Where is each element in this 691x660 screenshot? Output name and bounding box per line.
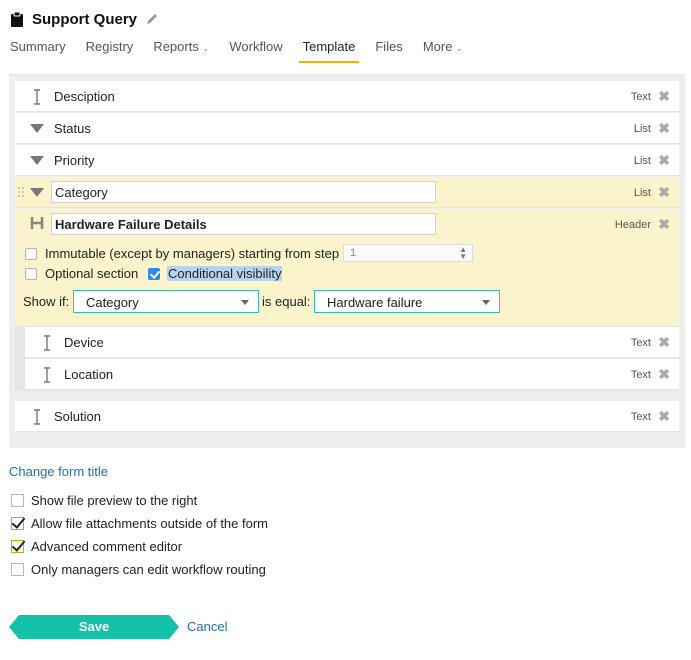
managers-routing-checkbox[interactable] [11, 562, 24, 576]
step-select[interactable]: 1 ▲ ▼ [343, 244, 473, 262]
tab-summary[interactable]: Summary [10, 38, 66, 63]
chevron-down-icon: ⌄ [201, 43, 210, 53]
tab-more[interactable]: More ⌄ [423, 38, 463, 63]
remove-field-icon[interactable]: ✖ [658, 152, 670, 169]
immutable-checkbox[interactable] [25, 248, 37, 260]
tab-files[interactable]: Files [375, 38, 402, 63]
list-field-icon [29, 153, 45, 169]
page-title: Support Query [32, 10, 138, 28]
field-label: Status [54, 121, 91, 136]
tab-template[interactable]: Template [298, 38, 360, 63]
option-file-preview[interactable]: Show file preview to the right [11, 492, 197, 508]
category-name-input[interactable]: Category [51, 181, 436, 203]
header-name-input[interactable]: Hardware Failure Details [51, 213, 436, 235]
condition-field-select[interactable]: Category [73, 290, 259, 313]
remove-field-icon[interactable]: ✖ [658, 88, 670, 105]
tab-reports[interactable]: Reports ⌄ [153, 38, 209, 63]
tab-bar: Summary Registry Reports ⌄ Workflow Templ… [10, 38, 483, 64]
condition-value-select[interactable]: Hardware failure [314, 290, 500, 313]
file-attachments-checkbox[interactable] [11, 516, 24, 530]
page-header: Support Query [10, 8, 159, 30]
field-row-priority[interactable]: Priority List ✖ [15, 145, 679, 176]
field-row-category[interactable]: Category List ✖ [15, 177, 679, 208]
remove-field-icon[interactable]: ✖ [658, 120, 670, 137]
field-label: Solution [54, 409, 101, 424]
conditional-visibility-label: Conditional visibility [167, 266, 283, 281]
drag-handle-icon[interactable] [17, 186, 25, 200]
field-type: Text [630, 91, 651, 103]
section-children: Device Text ✖ Location Text ✖ [15, 327, 679, 391]
text-field-icon [29, 89, 45, 105]
optional-section-checkbox[interactable] [25, 268, 37, 280]
field-type: List [633, 187, 651, 199]
cancel-link[interactable]: Cancel [187, 619, 227, 634]
option-file-attachments[interactable]: Allow file attachments outside of the fo… [11, 515, 268, 531]
header-field-block: Hardware Failure Details Header ✖ Immuta… [15, 209, 679, 327]
remove-field-icon[interactable]: ✖ [658, 408, 670, 425]
clipboard-icon [10, 11, 24, 27]
is-equal-label: is equal: [262, 294, 311, 309]
field-label: Location [64, 367, 114, 382]
field-row-status[interactable]: Status List ✖ [15, 113, 679, 144]
field-label: Priority [54, 153, 95, 168]
field-row-description[interactable]: Desciption Text ✖ [15, 81, 679, 112]
option-advanced-editor[interactable]: Advanced comment editor [11, 538, 182, 554]
text-field-icon [39, 367, 55, 383]
remove-field-icon[interactable]: ✖ [658, 366, 670, 383]
field-type: List [633, 155, 651, 167]
change-form-title-link[interactable]: Change form title [9, 464, 108, 479]
show-if-label: Show if: [23, 294, 70, 309]
remove-field-icon[interactable]: ✖ [658, 216, 670, 233]
conditional-visibility-checkbox[interactable] [148, 268, 160, 280]
remove-field-icon[interactable]: ✖ [658, 184, 670, 201]
text-field-icon [39, 335, 55, 351]
option-managers-routing[interactable]: Only managers can edit workflow routing [11, 561, 266, 577]
field-label: Desciption [54, 89, 115, 104]
header-field-icon [29, 215, 45, 231]
field-row-solution[interactable]: Solution Text ✖ [15, 401, 679, 432]
stepper-arrows-icon: ▲ ▼ [459, 245, 467, 261]
advanced-editor-checkbox[interactable] [11, 539, 24, 553]
field-type: Text [630, 411, 651, 423]
file-preview-checkbox[interactable] [11, 493, 24, 507]
field-type: Header [614, 219, 651, 231]
optional-section-label: Optional section [45, 266, 139, 281]
list-field-icon [29, 185, 45, 201]
field-row-location[interactable]: Location Text ✖ [25, 359, 679, 390]
field-type: Text [630, 369, 651, 381]
tab-workflow[interactable]: Workflow [229, 38, 282, 63]
field-type: List [633, 123, 651, 135]
tab-registry[interactable]: Registry [86, 38, 134, 63]
field-type: Text [630, 337, 651, 349]
field-row-device[interactable]: Device Text ✖ [25, 327, 679, 358]
remove-field-icon[interactable]: ✖ [658, 334, 670, 351]
chevron-down-icon: ⌄ [455, 43, 463, 53]
list-field-icon [29, 121, 45, 137]
edit-title-pencil-icon[interactable] [145, 12, 159, 26]
template-fields-panel: Desciption Text ✖ Status List ✖ Priority… [9, 74, 685, 448]
immutable-label: Immutable (except by managers) starting … [45, 246, 340, 261]
text-field-icon [29, 409, 45, 425]
caret-down-icon [241, 300, 249, 305]
field-label: Device [64, 335, 104, 350]
save-button[interactable]: Save [9, 615, 179, 639]
caret-down-icon [482, 300, 490, 305]
